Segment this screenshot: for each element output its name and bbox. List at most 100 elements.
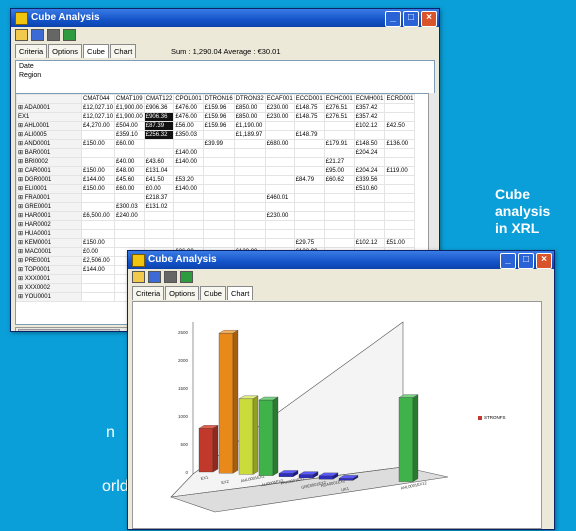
table-cell[interactable] xyxy=(80,202,116,212)
table-cell[interactable] xyxy=(264,175,295,185)
table-cell[interactable]: £230.00 xyxy=(264,211,295,221)
table-cell[interactable] xyxy=(353,193,386,203)
table-cell[interactable] xyxy=(264,184,295,194)
table-cell[interactable] xyxy=(202,193,235,203)
row-header[interactable]: ⊞ AHL0001 xyxy=(16,121,82,131)
table-cell[interactable] xyxy=(233,202,266,212)
column-header[interactable]: ECRD001 xyxy=(384,94,416,104)
table-cell[interactable] xyxy=(384,112,416,122)
row-header[interactable]: ⊞ TOP0001 xyxy=(16,265,82,275)
table-cell[interactable] xyxy=(293,157,325,167)
print-icon[interactable] xyxy=(47,29,60,41)
tab-chart[interactable]: Chart xyxy=(226,286,254,300)
open-icon[interactable] xyxy=(132,271,145,283)
table-cell[interactable] xyxy=(143,229,175,239)
table-cell[interactable]: £60.00 xyxy=(114,139,145,149)
table-cell[interactable] xyxy=(114,220,145,230)
row-header[interactable]: ⊞ YOU0001 xyxy=(16,292,82,302)
scroll-thumb[interactable] xyxy=(18,329,120,331)
table-row[interactable]: ⊞ AHL0001 £4,270.00 £504.00 £87.39 £56.00 £15… xyxy=(16,121,416,131)
row-header[interactable]: ⊞ XXX0002 xyxy=(16,283,82,293)
table-cell[interactable]: £87.39 xyxy=(143,121,175,131)
row-header[interactable]: ⊞ HAR0001 xyxy=(16,211,82,221)
table-cell[interactable] xyxy=(264,148,295,158)
table-cell[interactable] xyxy=(114,148,145,158)
maximize-button[interactable]: □ xyxy=(518,253,534,269)
table-cell[interactable] xyxy=(233,184,266,194)
row-header[interactable]: ⊞ MAC0001 xyxy=(16,247,82,257)
table-cell[interactable]: £148.50 xyxy=(353,139,386,149)
table-cell[interactable] xyxy=(233,211,266,221)
table-cell[interactable] xyxy=(233,238,266,248)
row-header[interactable]: EX1 xyxy=(16,112,82,122)
table-cell[interactable] xyxy=(353,202,386,212)
row-header[interactable]: ⊞ GRE0001 xyxy=(16,202,82,212)
table-cell[interactable] xyxy=(173,211,204,221)
table-cell[interactable] xyxy=(293,193,325,203)
table-cell[interactable] xyxy=(384,220,416,230)
table-cell[interactable] xyxy=(114,229,145,239)
table-cell[interactable]: £136.00 xyxy=(384,139,416,149)
row-header[interactable]: ⊞ ADA0001 xyxy=(16,103,82,113)
table-cell[interactable]: £850.00 xyxy=(233,112,266,122)
table-cell[interactable]: £45.60 xyxy=(114,175,145,185)
table-row[interactable]: ⊞ FRA0001 £218.37 £460.01 xyxy=(16,193,416,203)
table-cell[interactable]: £2,506.00 xyxy=(80,256,116,266)
table-cell[interactable]: £56.00 xyxy=(173,121,204,131)
table-cell[interactable] xyxy=(384,175,416,185)
table-cell[interactable]: £131.02 xyxy=(143,202,175,212)
table-cell[interactable] xyxy=(323,184,355,194)
table-cell[interactable]: £150.00 xyxy=(80,166,116,176)
table-cell[interactable] xyxy=(323,193,355,203)
table-cell[interactable]: £40.00 xyxy=(114,157,145,167)
row-header[interactable]: ⊞ BAR0001 xyxy=(16,148,82,158)
tab-options[interactable]: Options xyxy=(48,44,83,58)
column-header[interactable]: DTRON32 xyxy=(233,94,266,104)
table-cell[interactable]: £230.00 xyxy=(264,112,295,122)
table-cell[interactable] xyxy=(264,121,295,131)
table-cell[interactable] xyxy=(80,220,116,230)
table-cell[interactable]: £150.00 xyxy=(80,238,116,248)
table-cell[interactable]: £0.00 xyxy=(143,184,175,194)
chart-bar[interactable] xyxy=(238,395,259,475)
table-cell[interactable]: £51.00 xyxy=(384,238,416,248)
column-header[interactable]: ECHC001 xyxy=(323,94,355,104)
table-cell[interactable]: £159.96 xyxy=(202,121,235,131)
column-header[interactable]: DTRON16 xyxy=(202,94,235,104)
table-cell[interactable]: £42.50 xyxy=(384,121,416,131)
table-cell[interactable] xyxy=(353,211,386,221)
table-cell[interactable] xyxy=(264,238,295,248)
table-cell[interactable] xyxy=(173,238,204,248)
row-header[interactable]: ⊞ FRA0001 xyxy=(16,193,82,203)
export-icon[interactable] xyxy=(63,29,76,41)
table-cell[interactable]: £1,900.00 xyxy=(114,112,145,122)
table-cell[interactable]: £850.00 xyxy=(233,103,266,113)
table-cell[interactable]: £350.03 xyxy=(173,130,204,140)
table-cell[interactable] xyxy=(384,193,416,203)
table-cell[interactable]: £179.91 xyxy=(323,139,355,149)
table-cell[interactable] xyxy=(173,166,204,176)
table-cell[interactable]: £256.32 xyxy=(143,130,175,140)
table-cell[interactable]: £60.00 xyxy=(114,184,145,194)
table-cell[interactable]: £276.51 xyxy=(323,112,355,122)
table-row[interactable]: ⊞ GRE0001 £300.03 £131.02 xyxy=(16,202,416,212)
title-bar[interactable]: Cube Analysis _ □ × xyxy=(11,9,439,27)
tab-chart[interactable]: Chart xyxy=(109,44,137,58)
table-cell[interactable] xyxy=(233,157,266,167)
row-header[interactable]: ⊞ AND0001 xyxy=(16,139,82,149)
column-header[interactable]: ECMH001 xyxy=(353,94,386,104)
table-cell[interactable] xyxy=(143,238,175,248)
table-cell[interactable]: £680.00 xyxy=(264,139,295,149)
tab-criteria[interactable]: Criteria xyxy=(15,44,48,58)
table-cell[interactable]: £357.42 xyxy=(353,103,386,113)
close-button[interactable]: × xyxy=(421,11,437,27)
table-cell[interactable] xyxy=(233,229,266,239)
table-row[interactable]: ⊞ HAR0002 xyxy=(16,220,416,230)
row-header[interactable]: ⊞ DGR0001 xyxy=(16,175,82,185)
table-cell[interactable] xyxy=(293,184,325,194)
table-cell[interactable] xyxy=(323,202,355,212)
chart-bar[interactable] xyxy=(398,394,419,482)
table-cell[interactable] xyxy=(233,148,266,158)
table-cell[interactable] xyxy=(384,211,416,221)
minimize-button[interactable]: _ xyxy=(500,253,516,269)
